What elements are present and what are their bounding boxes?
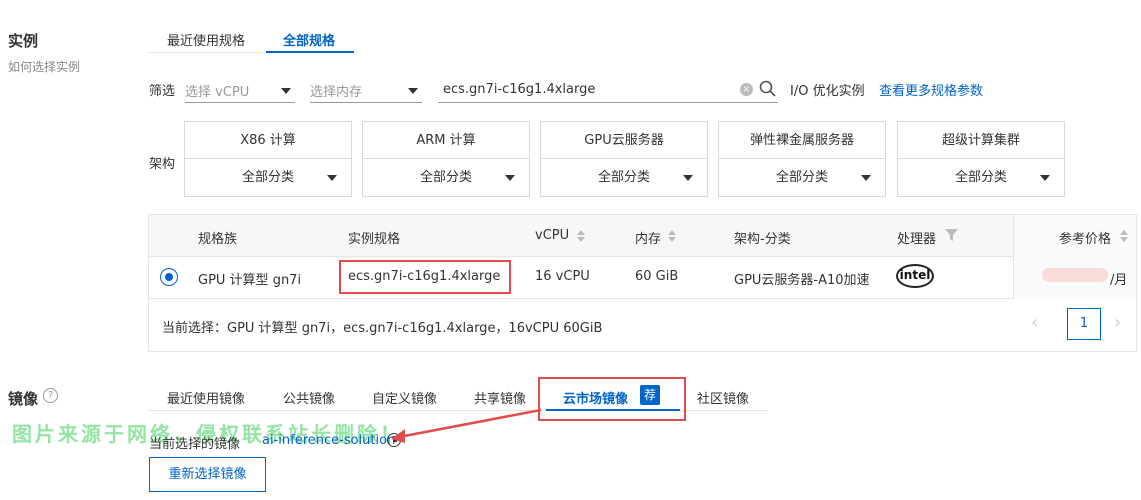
th-price[interactable]: 参考价格 bbox=[1059, 228, 1111, 247]
arch-x86[interactable]: X86 计算 全部分类 bbox=[184, 121, 352, 197]
marketplace-highlight-box bbox=[538, 377, 686, 421]
row-vcpu: 16 vCPU bbox=[535, 269, 590, 284]
search-input[interactable]: ecs.gn7i-c16g1.4xlarge × bbox=[438, 77, 778, 103]
arch-arm-select[interactable]: 全部分类 bbox=[363, 159, 529, 196]
arch-label: 架构 bbox=[149, 157, 176, 172]
page-number[interactable]: 1 bbox=[1067, 308, 1101, 340]
price-blurred bbox=[1042, 268, 1108, 282]
chevron-down-icon bbox=[408, 88, 418, 94]
memory-select[interactable]: 选择内存 bbox=[310, 77, 422, 103]
arch-bare-metal-select[interactable]: 全部分类 bbox=[719, 159, 885, 196]
tab-public-images[interactable]: 公共镜像 bbox=[283, 388, 335, 407]
th-memory[interactable]: 内存 bbox=[635, 228, 661, 247]
tab-community-images[interactable]: 社区镜像 bbox=[697, 388, 749, 407]
arch-bare-metal[interactable]: 弹性裸金属服务器 全部分类 bbox=[718, 121, 886, 197]
current-image-value[interactable]: ai-inference-solution bbox=[262, 433, 395, 448]
chevron-down-icon bbox=[505, 175, 515, 181]
arch-gpu-select[interactable]: 全部分类 bbox=[541, 159, 707, 196]
row-spec: ecs.gn7i-c16g1.4xlarge bbox=[348, 269, 501, 284]
memory-select-placeholder: 选择内存 bbox=[310, 85, 363, 100]
more-params-link[interactable]: 查看更多规格参数 bbox=[879, 80, 983, 99]
filter-icon[interactable] bbox=[945, 229, 958, 241]
current-image-label: 当前选择的镜像 bbox=[149, 437, 241, 452]
th-spec: 实例规格 bbox=[348, 232, 401, 247]
row-family: GPU 计算型 gn7i bbox=[198, 273, 302, 288]
chevron-down-icon bbox=[683, 175, 693, 181]
chevron-down-icon bbox=[1040, 175, 1050, 181]
arch-bare-metal-name: 弹性裸金属服务器 bbox=[719, 122, 885, 159]
arch-arm-name: ARM 计算 bbox=[363, 122, 529, 159]
radio-dot bbox=[165, 273, 173, 281]
reselect-image-button[interactable]: 重新选择镜像 bbox=[149, 457, 266, 492]
sort-icon[interactable] bbox=[1120, 230, 1128, 242]
arch-gpu-value: 全部分类 bbox=[597, 170, 650, 185]
arch-bare-metal-value: 全部分类 bbox=[775, 170, 828, 185]
arch-super-computing-select[interactable]: 全部分类 bbox=[898, 159, 1064, 196]
chevron-down-icon bbox=[281, 88, 291, 94]
vcpu-select[interactable]: 选择 vCPU bbox=[185, 77, 295, 103]
row-radio[interactable] bbox=[160, 268, 178, 286]
tab-recent-specs[interactable]: 最近使用规格 bbox=[167, 30, 245, 49]
arch-x86-name: X86 计算 bbox=[185, 122, 351, 159]
arch-arm-value: 全部分类 bbox=[419, 170, 472, 185]
tab-recent-images[interactable]: 最近使用镜像 bbox=[167, 388, 245, 407]
th-family: 规格族 bbox=[198, 232, 238, 247]
filter-label: 筛选 bbox=[149, 84, 176, 99]
sort-icon[interactable] bbox=[668, 230, 676, 242]
th-processor: 处理器 bbox=[897, 232, 937, 247]
instance-section-label: 实例 bbox=[8, 32, 39, 50]
tab-active-indicator bbox=[266, 51, 354, 53]
arch-super-computing[interactable]: 超级计算集群 全部分类 bbox=[897, 121, 1065, 197]
current-spec-selection: 当前选择：GPU 计算型 gn7i，ecs.gn7i-c16g1.4xlarge… bbox=[162, 321, 603, 336]
arch-arm[interactable]: ARM 计算 全部分类 bbox=[362, 121, 530, 197]
arch-super-computing-value: 全部分类 bbox=[954, 170, 1007, 185]
row-arch: GPU云服务器-A10加速 bbox=[734, 273, 870, 288]
vcpu-select-placeholder: 选择 vCPU bbox=[185, 85, 250, 100]
question-circle-icon[interactable]: ? bbox=[43, 388, 58, 403]
arch-gpu-name: GPU云服务器 bbox=[541, 122, 707, 159]
tab-all-specs[interactable]: 全部规格 bbox=[283, 30, 335, 49]
sort-icon[interactable] bbox=[577, 230, 585, 242]
row-price-suffix: /月 bbox=[1110, 273, 1128, 288]
search-input-value: ecs.gn7i-c16g1.4xlarge bbox=[443, 82, 596, 97]
arch-x86-value: 全部分类 bbox=[241, 170, 294, 185]
arch-super-computing-name: 超级计算集群 bbox=[898, 122, 1064, 159]
prev-page-icon[interactable]: ‹ bbox=[1031, 312, 1038, 333]
image-section-label: 镜像 bbox=[8, 390, 39, 408]
chevron-down-icon bbox=[861, 175, 871, 181]
io-optimized-label: I/O 优化实例 bbox=[790, 84, 865, 99]
chevron-down-icon bbox=[327, 175, 337, 181]
th-arch: 架构-分类 bbox=[734, 232, 791, 247]
next-page-icon[interactable]: › bbox=[1114, 312, 1121, 333]
clear-icon[interactable]: × bbox=[740, 83, 753, 96]
arch-gpu[interactable]: GPU云服务器 全部分类 bbox=[540, 121, 708, 197]
search-icon[interactable] bbox=[759, 80, 776, 97]
intel-logo: intel bbox=[896, 264, 934, 288]
arch-x86-select[interactable]: 全部分类 bbox=[185, 159, 351, 196]
th-vcpu[interactable]: vCPU bbox=[535, 228, 569, 243]
row-memory: 60 GiB bbox=[635, 269, 679, 284]
instance-help-link[interactable]: 如何选择实例 bbox=[8, 58, 80, 75]
arrow-annotation-icon bbox=[391, 408, 542, 443]
